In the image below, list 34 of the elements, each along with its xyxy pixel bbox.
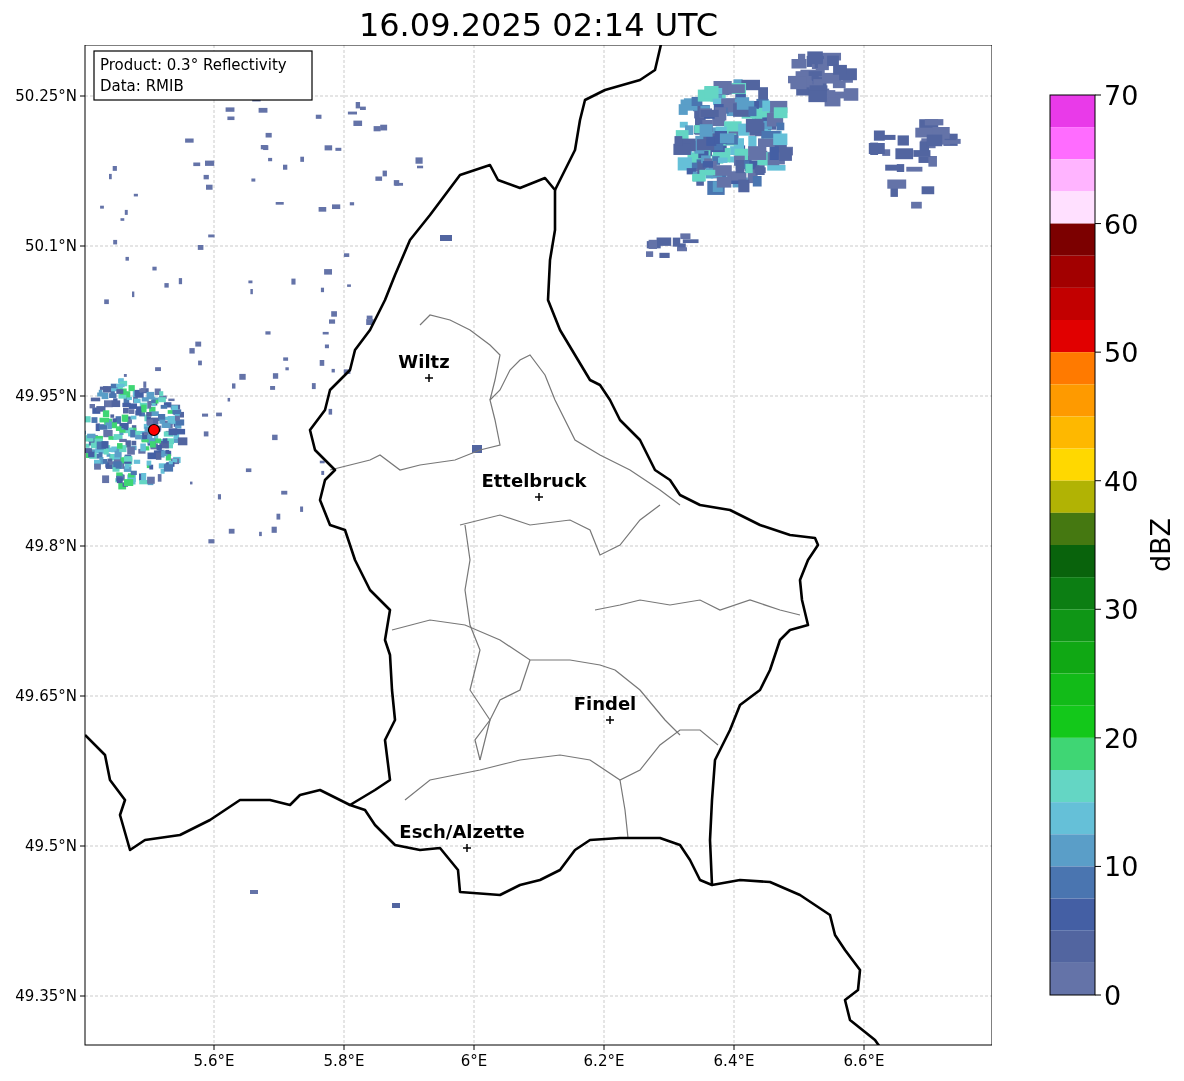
- latitude-label: 50.1°N: [24, 237, 77, 255]
- radar-site-icon: [147, 423, 161, 437]
- city-marker-icon: [534, 492, 544, 502]
- city-marker-icon: [605, 715, 615, 725]
- city-label: Wiltz: [398, 351, 450, 372]
- city-marker-icon: [462, 843, 472, 853]
- info-text: Data: RMIB: [100, 77, 184, 95]
- latitude-label: 49.35°N: [15, 987, 77, 1005]
- colorbar-tick-label: 0: [1104, 980, 1122, 1011]
- colorbar-tick-label: 30: [1104, 594, 1139, 626]
- latitude-label: 49.95°N: [15, 387, 77, 405]
- info-text: Product: 0.3° Reflectivity: [100, 56, 287, 74]
- colorbar-tick-label: 10: [1104, 851, 1139, 883]
- city-marker-icon: [424, 373, 434, 383]
- longitude-label: 6.2°E: [583, 1052, 625, 1070]
- colorbar-title: dBZ: [1145, 517, 1176, 573]
- chart-title: 16.09.2025 02:14 UTC: [358, 6, 719, 44]
- longitude-label: 6.6°E: [843, 1052, 885, 1070]
- city-label: Findel: [573, 693, 637, 714]
- longitude-label: 5.8°E: [323, 1052, 365, 1070]
- colorbar-tick-label: 40: [1104, 465, 1139, 497]
- latitude-label: 49.5°N: [24, 837, 77, 855]
- city-label: Esch/Alzette: [399, 821, 525, 842]
- colorbar-tick-label: 50: [1104, 337, 1139, 369]
- latitude-label: 49.65°N: [15, 687, 77, 705]
- longitude-label: 5.6°E: [193, 1052, 235, 1070]
- city-label: Ettelbruck: [481, 470, 587, 491]
- latitude-label: 50.25°N: [15, 87, 77, 105]
- latitude-label: 49.8°N: [24, 537, 77, 555]
- longitude-label: 6°E: [460, 1052, 488, 1070]
- colorbar-tick-label: 60: [1104, 208, 1139, 240]
- colorbar-tick-label: 20: [1104, 722, 1139, 754]
- longitude-label: 6.4°E: [713, 1052, 755, 1070]
- colorbar-tick-label: 70: [1104, 80, 1139, 111]
